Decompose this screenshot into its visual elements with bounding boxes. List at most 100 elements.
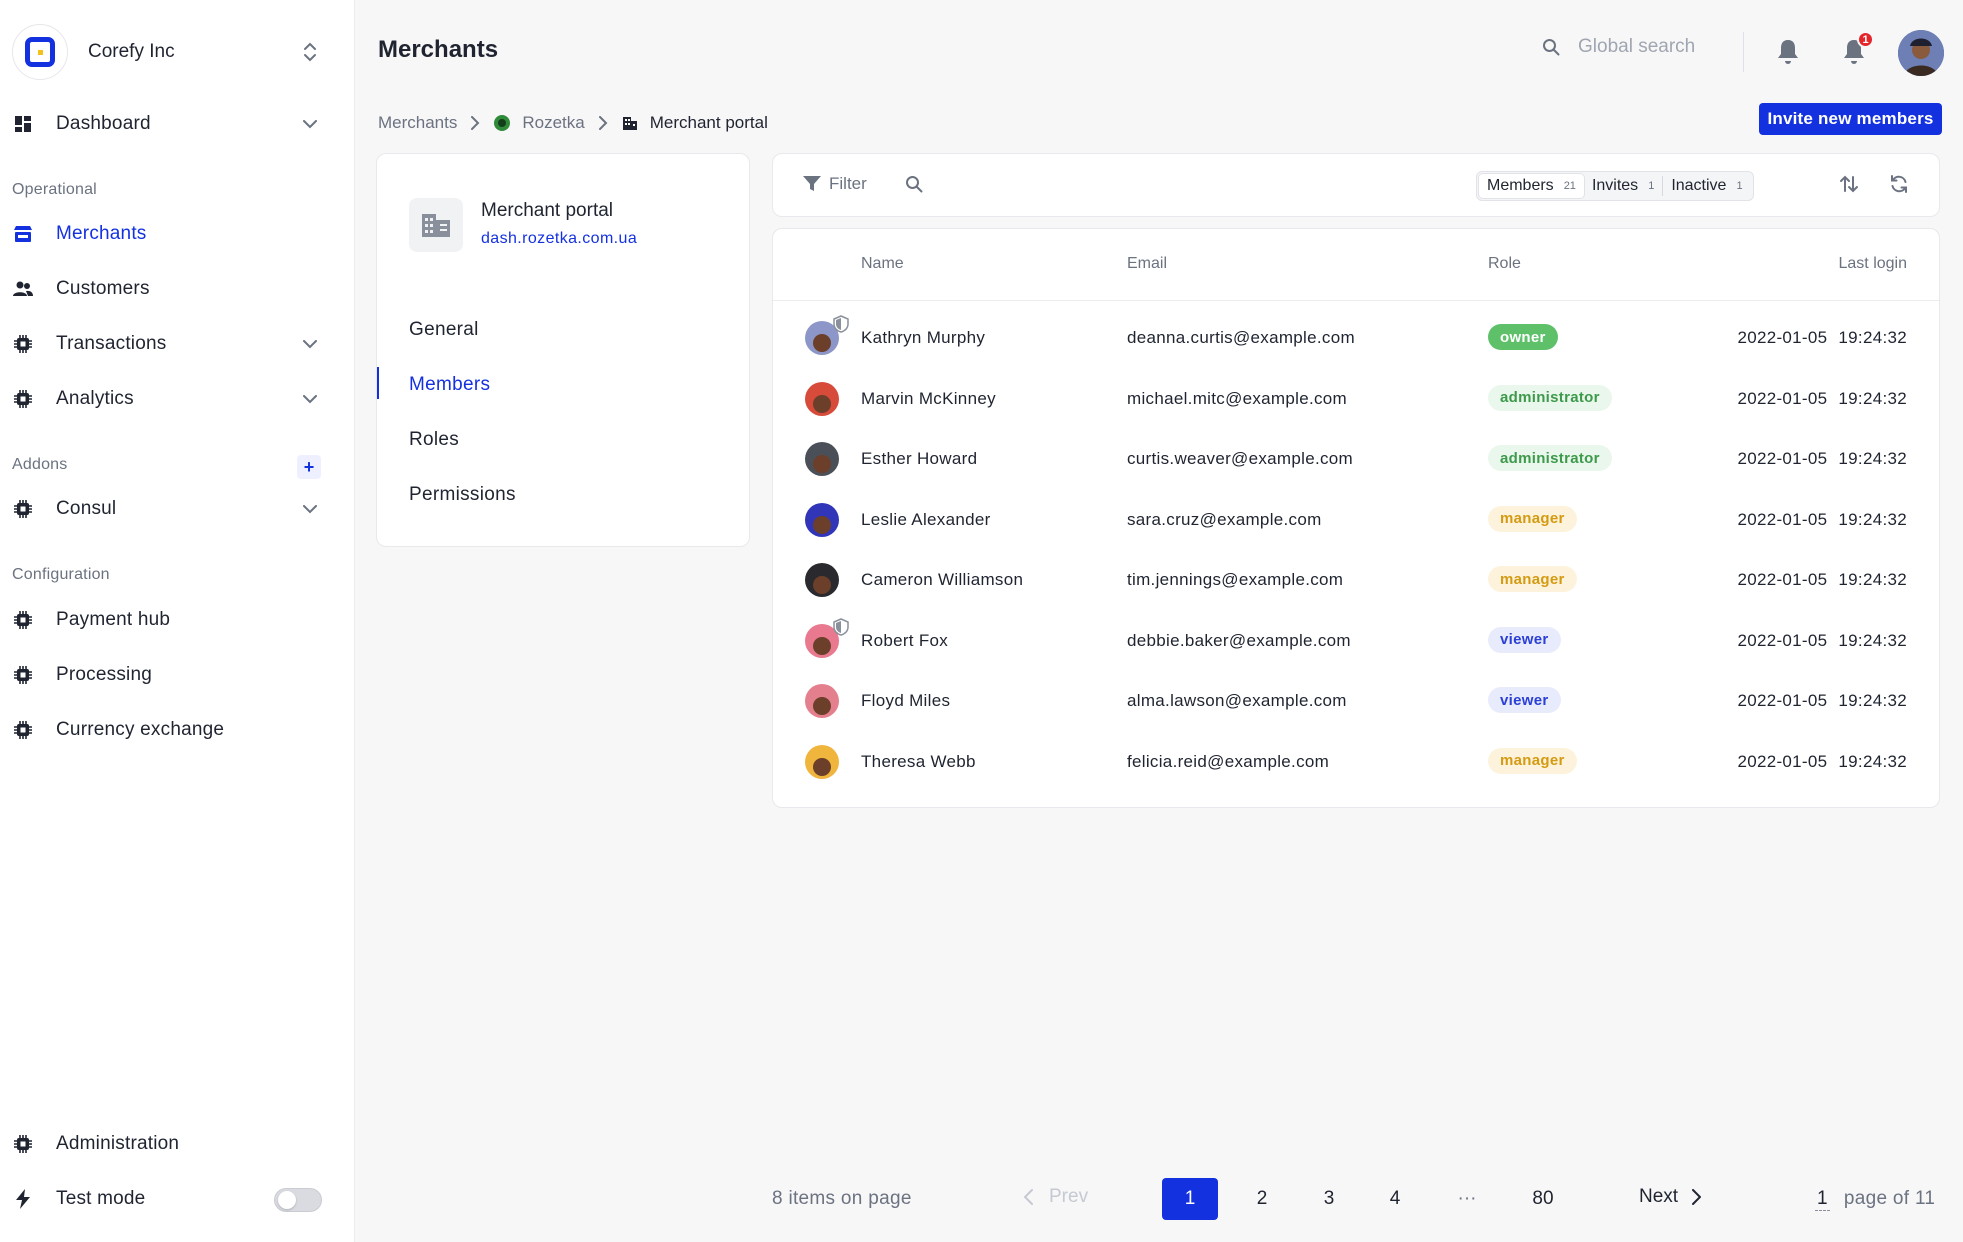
sidebar-item-label: Merchants [56, 223, 147, 244]
sidebar-item-label: Transactions [56, 333, 167, 354]
sidebar-item-currency-exchange[interactable]: Currency exchange [12, 710, 322, 750]
global-search[interactable] [1540, 36, 1738, 58]
bell-icon[interactable] [1776, 38, 1800, 66]
sidebar-item-label: Processing [56, 664, 152, 685]
next-label: Next [1639, 1186, 1679, 1207]
search-icon [1540, 36, 1562, 58]
user-avatar[interactable] [1898, 30, 1944, 76]
sidebar-item-payment-hub[interactable]: Payment hub [12, 600, 322, 640]
breadcrumb: Merchants Rozetka Merchant portal [378, 108, 768, 138]
org-logo [12, 24, 68, 80]
tab-members[interactable]: Members [409, 374, 490, 396]
page-ellipsis[interactable]: ··· [1447, 1178, 1487, 1220]
member-email: alma.lawson@example.com [1127, 691, 1347, 710]
search-input[interactable] [1578, 36, 1738, 58]
members-table: Name Email Role Last login Kathryn Murph… [772, 228, 1940, 808]
member-name: Floyd Miles [861, 691, 951, 710]
sidebar-item-dashboard[interactable]: Dashboard [12, 104, 322, 144]
role-badge: manager [1488, 747, 1577, 774]
sort-icon[interactable] [1839, 174, 1859, 199]
lightning-icon [12, 1188, 34, 1210]
sidebar-item-consul[interactable]: Consul [12, 489, 322, 529]
member-email: sara.cruz@example.com [1127, 509, 1322, 529]
add-addon-button[interactable]: + [297, 455, 321, 479]
page-button-80[interactable]: 80 [1523, 1178, 1563, 1220]
breadcrumb-rozetka[interactable]: Rozetka [522, 113, 584, 133]
last-login: 2022-01-05 19:24:32 [1737, 630, 1907, 650]
org-switcher[interactable]: Corefy Inc [12, 24, 322, 80]
chip-icon [12, 333, 34, 355]
sidebar-item-transactions[interactable]: Transactions [12, 324, 322, 364]
table-row[interactable]: Floyd Miles alma.lawson@example.com viewer… [773, 671, 1939, 731]
portal-url-link[interactable]: dash.rozetka.com.ua [481, 230, 637, 248]
page-of-label: page of 11 [1843, 1188, 1936, 1209]
sidebar-item-processing[interactable]: Processing [12, 655, 322, 695]
role-badge: owner [1488, 324, 1558, 350]
prev-page-button[interactable]: Prev [1024, 1186, 1088, 1208]
last-login: 2022-01-05 19:24:32 [1737, 691, 1907, 710]
segment-count: 1 [1648, 180, 1655, 192]
sidebar-item-administration[interactable]: Administration [12, 1124, 322, 1164]
table-row[interactable]: Cameron Williamson tim.jennings@example.c… [773, 550, 1939, 610]
avatar [805, 744, 839, 779]
segment-invites[interactable]: Invites 1 [1584, 174, 1662, 198]
page-button-4[interactable]: 4 [1375, 1178, 1415, 1220]
tab-general[interactable]: General [409, 319, 479, 341]
page-button-1[interactable]: 1 [1162, 1178, 1218, 1220]
filter-button[interactable]: Filter [803, 174, 867, 194]
building-icon [622, 115, 638, 131]
breadcrumb-merchants[interactable]: Merchants [378, 113, 457, 133]
next-page-button[interactable]: Next [1639, 1186, 1702, 1208]
chevron-down-icon[interactable] [298, 387, 322, 411]
chevron-left-icon [1024, 1189, 1033, 1205]
page-button-3[interactable]: 3 [1309, 1178, 1349, 1220]
chevron-down-icon[interactable] [298, 112, 322, 136]
tab-permissions[interactable]: Permissions [409, 484, 516, 506]
chevron-down-icon[interactable] [298, 497, 322, 521]
sidebar-item-label: Dashboard [56, 113, 151, 134]
page-title: Merchants [378, 36, 499, 63]
segment-members[interactable]: Members 21 [1479, 174, 1584, 198]
member-email: felicia.reid@example.com [1127, 751, 1330, 771]
dashboard-icon [12, 113, 34, 135]
table-row[interactable]: Esther Howard curtis.weaver@example.com ad… [773, 429, 1939, 489]
table-row[interactable]: Marvin McKinney michael.mitc@example.com a… [773, 369, 1939, 429]
page-button-2[interactable]: 2 [1242, 1178, 1282, 1220]
column-header-name[interactable]: Name [861, 255, 904, 273]
current-page-input[interactable]: 1 [1815, 1188, 1830, 1211]
segment-inactive[interactable]: Inactive 1 [1663, 174, 1750, 198]
avatar [805, 381, 839, 416]
notifications-badge: 1 [1857, 31, 1874, 48]
role-badge: manager [1488, 566, 1577, 592]
building-icon [409, 198, 463, 252]
column-header-role[interactable]: Role [1488, 255, 1521, 273]
merchant-logo-icon [494, 115, 511, 131]
column-header-last-login[interactable]: Last login [1839, 255, 1908, 273]
sidebar-item-merchants[interactable]: Merchants [12, 214, 322, 254]
table-row[interactable]: Robert Fox debbie.baker@example.com viewer… [773, 611, 1939, 671]
table-header: Name Email Role Last login [773, 229, 1939, 301]
member-name: Theresa Webb [861, 751, 976, 771]
header-divider [1743, 32, 1744, 72]
chevron-right-icon [598, 116, 608, 130]
table-row[interactable]: Leslie Alexander sara.cruz@example.com man… [773, 490, 1939, 550]
column-header-email[interactable]: Email [1127, 255, 1167, 273]
test-mode-toggle[interactable] [274, 1188, 322, 1212]
sidebar-item-customers[interactable]: Customers [12, 269, 322, 309]
active-tab-indicator [377, 367, 379, 399]
merchant-portal-card: Merchant portal dash.rozetka.com.ua Gene… [376, 153, 750, 547]
chevron-up-down-icon[interactable] [298, 40, 322, 64]
avatar [805, 684, 839, 718]
sidebar-item-analytics[interactable]: Analytics [12, 379, 322, 419]
tab-roles[interactable]: Roles [409, 429, 459, 451]
last-login: 2022-01-05 19:24:32 [1737, 449, 1907, 468]
invite-members-button[interactable]: Invite new members [1759, 103, 1942, 135]
section-label-operational: Operational [12, 181, 97, 198]
search-icon[interactable] [905, 175, 923, 198]
members-toolbar: Filter Members 21 Invites 1 Inactive 1 [772, 153, 1940, 217]
refresh-icon[interactable] [1889, 174, 1909, 199]
table-row[interactable]: Kathryn Murphy deanna.curtis@example.com o… [773, 308, 1939, 368]
chevron-down-icon[interactable] [298, 332, 322, 356]
filter-label: Filter [829, 174, 867, 193]
table-row[interactable]: Theresa Webb felicia.reid@example.com mana… [773, 732, 1939, 792]
